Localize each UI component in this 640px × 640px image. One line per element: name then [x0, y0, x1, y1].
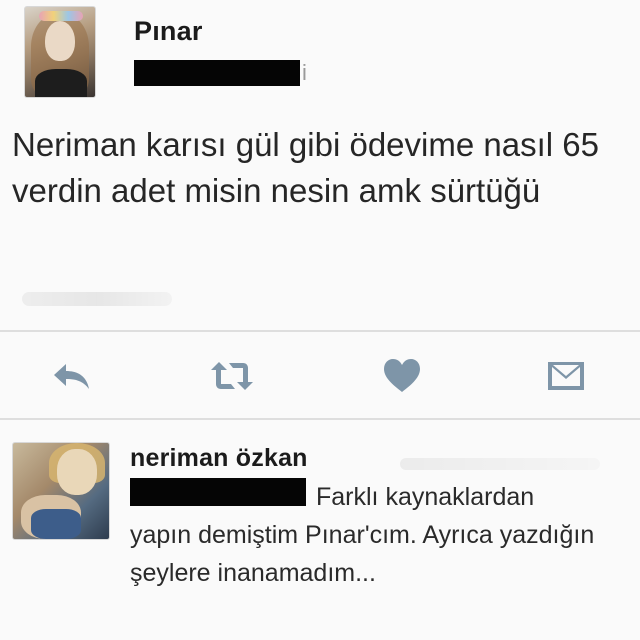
handle-blur [400, 458, 600, 470]
avatar-face [45, 21, 75, 61]
envelope-icon [548, 362, 584, 390]
reply-author-name[interactable]: neriman özkan [130, 444, 308, 473]
direct-message-button[interactable] [540, 350, 592, 402]
handle-tail: i [302, 60, 307, 85]
retweet-button[interactable] [206, 350, 258, 402]
flower-crown [39, 11, 83, 21]
heart-icon [384, 359, 420, 392]
author-name[interactable]: Pınar [134, 16, 203, 47]
reply-author-avatar[interactable] [12, 442, 110, 540]
redacted-handle [134, 60, 300, 86]
retweet-icon [211, 362, 253, 390]
reply-text-wrap: Farklı kaynaklardan yapın demiştim Pınar… [130, 478, 600, 592]
tweet-text: Neriman karısı gül gibi ödevime nasıl 65… [12, 126, 599, 209]
timestamp-blur [22, 292, 172, 306]
tweet: Pınar i Neriman karısı gül gibi ödevime … [0, 0, 640, 420]
divider [0, 330, 640, 332]
reply-text: Farklı kaynaklardan yapın demiştim Pınar… [130, 483, 595, 587]
reply-tweet: neriman özkan Farklı kaynaklardan yapın … [0, 420, 640, 640]
avatar-baby-shirt [31, 509, 81, 539]
like-button[interactable] [376, 350, 428, 402]
tweet-actions [0, 350, 640, 402]
reply-button[interactable] [46, 350, 98, 402]
avatar-body [35, 69, 87, 97]
author-avatar[interactable] [24, 6, 96, 98]
avatar-face [57, 449, 97, 495]
reply-icon [54, 364, 89, 389]
